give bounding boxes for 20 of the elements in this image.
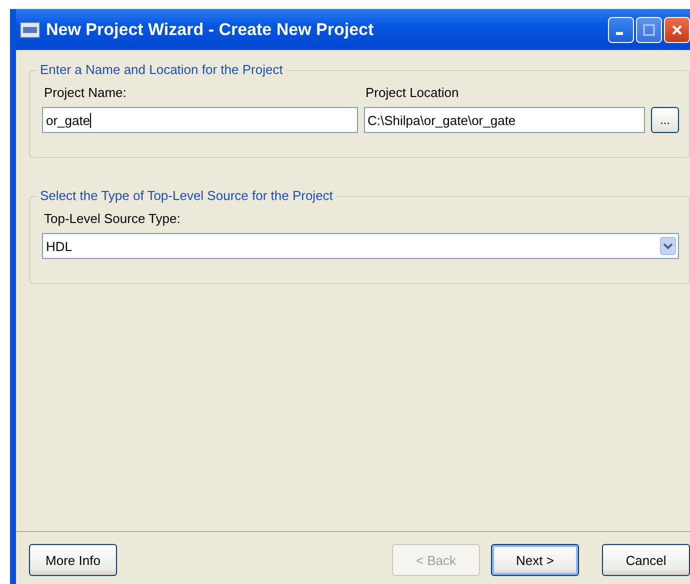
text-field[interactable]: C:\Shilpa\or_gate\or_gate xyxy=(364,107,645,133)
text-field[interactable]: or_gate xyxy=(42,107,358,133)
browse-button[interactable]: ... xyxy=(651,107,679,133)
group-legend: Select the Type of Top-Level Source for the Project xyxy=(37,188,336,203)
maximize-button[interactable] xyxy=(636,16,662,42)
maximize-icon xyxy=(643,24,655,36)
source-type-dropdown[interactable]: HDL xyxy=(42,233,679,259)
close-button[interactable] xyxy=(664,16,690,42)
minimize-icon xyxy=(616,32,622,35)
wizard-button[interactable]: Next > xyxy=(491,544,579,576)
group-legend: Enter a Name and Location for the Project xyxy=(37,62,286,77)
close-icon xyxy=(671,24,683,36)
field-label: Top-Level Source Type: xyxy=(43,211,182,226)
minimize-button[interactable] xyxy=(608,16,634,42)
wizard-button[interactable]: Cancel xyxy=(602,544,690,576)
window-title: New Project Wizard - Create New Project xyxy=(46,20,375,40)
app-icon xyxy=(20,22,40,38)
field-label: Project Name: xyxy=(43,85,128,100)
wizard-button[interactable]: More Info xyxy=(29,544,117,576)
field-label: Project Location xyxy=(364,85,460,100)
